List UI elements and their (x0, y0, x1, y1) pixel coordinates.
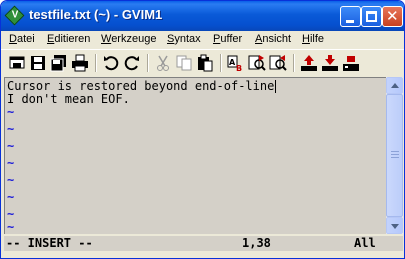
empty-line-marker: ~ (7, 190, 15, 204)
status-line: -- INSERT -- 1,38 All (4, 236, 403, 251)
grip-line (391, 154, 399, 155)
svg-text:B: B (236, 64, 242, 73)
toolbar-separator (220, 54, 222, 72)
menu-hilfe[interactable]: Hilfe (302, 33, 324, 45)
save-session-icon[interactable] (320, 53, 340, 73)
gvim-window: testfile.txt (~) - GVIM1 ✕ Datei Editier… (0, 0, 405, 259)
toolbar-separator (147, 54, 149, 72)
empty-line-marker: ~ (7, 139, 15, 153)
empty-line-marker: ~ (7, 220, 15, 234)
replace-icon[interactable]: AB (226, 53, 246, 73)
empty-line-marker: ~ (7, 105, 15, 119)
empty-line-marker: ~ (7, 122, 15, 136)
close-icon: ✕ (386, 7, 399, 25)
paste-icon[interactable] (195, 53, 215, 73)
toolbar: AB (1, 49, 404, 75)
title-bar[interactable]: testfile.txt (~) - GVIM1 ✕ (1, 1, 404, 31)
find-next-icon[interactable] (247, 53, 267, 73)
svg-text:A: A (229, 58, 236, 67)
minimize-icon (346, 20, 354, 23)
menu-bar: Datei Editieren Werkzeuge Syntax Puffer … (1, 31, 404, 49)
load-session-icon[interactable] (299, 53, 319, 73)
redo-icon[interactable] (122, 53, 142, 73)
menu-datei[interactable]: Datei (9, 33, 35, 45)
chevron-up-icon (391, 83, 399, 88)
maximize-icon (366, 11, 377, 22)
maximize-button[interactable] (361, 6, 382, 27)
grip-line (391, 157, 399, 158)
save-all-icon[interactable] (49, 53, 69, 73)
vertical-scrollbar[interactable] (386, 77, 403, 234)
cursor-position: 1,38 (242, 236, 271, 250)
grip-line (391, 151, 399, 152)
scroll-up-button[interactable] (386, 77, 403, 94)
empty-line-marker: ~ (7, 156, 15, 170)
chevron-down-icon (391, 224, 399, 229)
run-script-icon[interactable] (341, 53, 361, 73)
cut-icon[interactable] (153, 53, 173, 73)
empty-line-marker: ~ (7, 173, 15, 187)
scroll-position: All (354, 236, 376, 250)
menu-syntax[interactable]: Syntax (167, 33, 201, 45)
window-title: testfile.txt (~) - GVIM1 (29, 7, 163, 22)
scroll-down-button[interactable] (386, 217, 403, 234)
toolbar-separator (293, 54, 295, 72)
window-bottom-edge (1, 252, 404, 258)
minimize-button[interactable] (340, 6, 361, 27)
scrollbar-thumb[interactable] (386, 94, 403, 217)
close-button[interactable]: ✕ (382, 6, 403, 27)
menu-puffer[interactable]: Puffer (213, 33, 242, 45)
editor-text-area[interactable]: Cursor is restored beyond end-of-line I … (4, 77, 386, 234)
open-icon[interactable] (7, 53, 27, 73)
menu-editieren[interactable]: Editieren (47, 33, 90, 45)
save-icon[interactable] (28, 53, 48, 73)
find-prev-icon[interactable] (268, 53, 288, 73)
text-line: I don't mean EOF. (7, 92, 130, 106)
menu-ansicht[interactable]: Ansicht (255, 33, 291, 45)
text-cursor (275, 80, 277, 93)
print-icon[interactable] (70, 53, 90, 73)
toolbar-separator (95, 54, 97, 72)
vim-logo-icon[interactable] (4, 5, 25, 26)
undo-icon[interactable] (101, 53, 121, 73)
menu-werkzeuge[interactable]: Werkzeuge (101, 33, 156, 45)
mode-indicator: -- INSERT -- (6, 236, 93, 250)
copy-icon[interactable] (174, 53, 194, 73)
